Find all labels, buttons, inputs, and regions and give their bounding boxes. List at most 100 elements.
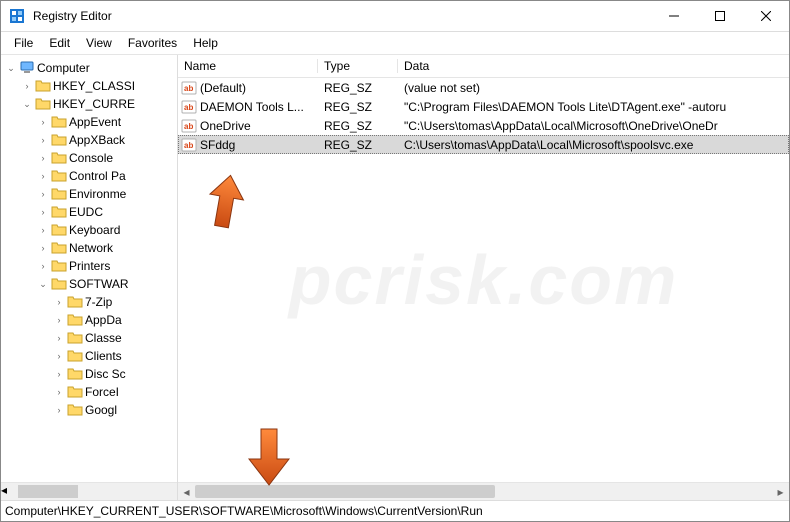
value-name: (Default) bbox=[200, 81, 246, 95]
folder-icon bbox=[67, 330, 83, 346]
tree-item[interactable]: ›Console bbox=[1, 149, 177, 167]
string-value-icon: ab bbox=[181, 118, 197, 134]
tree-view[interactable]: ⌄ Computer › HKEY_CLASSI ⌄ HKEY_CURRE ›A… bbox=[1, 55, 178, 500]
expand-icon[interactable]: › bbox=[51, 297, 67, 307]
tree-item[interactable]: ›Googl bbox=[1, 401, 177, 419]
statusbar: Computer\HKEY_CURRENT_USER\SOFTWARE\Micr… bbox=[1, 500, 789, 521]
expand-icon[interactable]: › bbox=[35, 207, 51, 217]
expand-icon[interactable]: ⌄ bbox=[19, 99, 35, 110]
tree-item[interactable]: ›Keyboard bbox=[1, 221, 177, 239]
menu-help[interactable]: Help bbox=[186, 34, 225, 52]
value-type: REG_SZ bbox=[318, 81, 398, 95]
expand-icon[interactable]: › bbox=[35, 189, 51, 199]
tree-item[interactable]: ›AppXBack bbox=[1, 131, 177, 149]
tree-hive[interactable]: ⌄ HKEY_CURRE bbox=[1, 95, 177, 113]
folder-icon bbox=[67, 348, 83, 364]
value-data: (value not set) bbox=[398, 81, 789, 95]
folder-icon bbox=[51, 114, 67, 130]
expand-icon[interactable]: › bbox=[51, 405, 67, 415]
expand-icon[interactable]: › bbox=[35, 225, 51, 235]
svg-text:ab: ab bbox=[184, 84, 193, 93]
string-value-icon: ab bbox=[181, 99, 197, 115]
titlebar: Registry Editor bbox=[1, 1, 789, 32]
value-data: "C:\Program Files\DAEMON Tools Lite\DTAg… bbox=[398, 100, 789, 114]
tree-item[interactable]: ›Printers bbox=[1, 257, 177, 275]
list-body[interactable]: pcrisk.com ab(Default)REG_SZ(value not s… bbox=[178, 78, 789, 482]
tree-item[interactable]: ›Control Pa bbox=[1, 167, 177, 185]
tree-item[interactable]: ›Clients bbox=[1, 347, 177, 365]
menu-favorites[interactable]: Favorites bbox=[121, 34, 184, 52]
body: ⌄ Computer › HKEY_CLASSI ⌄ HKEY_CURRE ›A… bbox=[1, 55, 789, 500]
menubar: File Edit View Favorites Help bbox=[1, 32, 789, 55]
tree-item[interactable]: ›EUDC bbox=[1, 203, 177, 221]
tree-item[interactable]: ›Disc Sc bbox=[1, 365, 177, 383]
folder-icon bbox=[35, 96, 51, 112]
tree-item[interactable]: ›Classe bbox=[1, 329, 177, 347]
menu-view[interactable]: View bbox=[79, 34, 119, 52]
maximize-button[interactable] bbox=[697, 1, 743, 31]
string-value-icon: ab bbox=[181, 137, 197, 153]
watermark: pcrisk.com bbox=[289, 240, 679, 320]
value-type: REG_SZ bbox=[318, 119, 398, 133]
expand-icon[interactable]: ⌄ bbox=[35, 279, 51, 290]
value-name: DAEMON Tools L... bbox=[200, 100, 304, 114]
folder-icon bbox=[51, 222, 67, 238]
svg-text:ab: ab bbox=[184, 122, 193, 131]
expand-icon[interactable]: › bbox=[35, 135, 51, 145]
minimize-button[interactable] bbox=[651, 1, 697, 31]
tree-item[interactable]: ›Network bbox=[1, 239, 177, 257]
expand-icon[interactable]: › bbox=[51, 333, 67, 343]
menu-file[interactable]: File bbox=[7, 34, 40, 52]
expand-icon[interactable]: ⌄ bbox=[3, 63, 19, 74]
expand-icon[interactable]: › bbox=[51, 351, 67, 361]
tree-root[interactable]: ⌄ Computer bbox=[1, 59, 177, 77]
column-type[interactable]: Type bbox=[318, 59, 398, 73]
folder-icon bbox=[35, 78, 51, 94]
folder-icon bbox=[51, 258, 67, 274]
folder-icon bbox=[51, 204, 67, 220]
window-title: Registry Editor bbox=[33, 9, 112, 23]
scroll-right-icon[interactable]: ▸ bbox=[772, 483, 789, 500]
close-button[interactable] bbox=[743, 1, 789, 31]
values-list: Name Type Data pcrisk.com ab (Default) REG… bbox=[178, 55, 789, 500]
tree-item[interactable]: ›AppDa bbox=[1, 311, 177, 329]
folder-icon bbox=[51, 276, 67, 292]
expand-icon[interactable]: › bbox=[35, 153, 51, 163]
value-type: REG_SZ bbox=[318, 100, 398, 114]
expand-icon[interactable]: › bbox=[51, 315, 67, 325]
expand-icon[interactable]: › bbox=[35, 171, 51, 181]
expand-icon[interactable]: › bbox=[51, 387, 67, 397]
folder-icon bbox=[51, 240, 67, 256]
horizontal-scrollbar[interactable]: ◂ ▸ bbox=[1, 482, 177, 500]
column-data[interactable]: Data bbox=[398, 59, 789, 73]
regedit-icon bbox=[9, 8, 25, 24]
menu-edit[interactable]: Edit bbox=[42, 34, 77, 52]
expand-icon[interactable]: › bbox=[35, 243, 51, 253]
folder-icon bbox=[67, 384, 83, 400]
horizontal-scrollbar[interactable]: ◂ ▸ bbox=[178, 482, 789, 500]
tree-item[interactable]: ›Environme bbox=[1, 185, 177, 203]
tree-item[interactable]: ›7-Zip bbox=[1, 293, 177, 311]
expand-icon[interactable]: › bbox=[35, 117, 51, 127]
tree-item[interactable]: ›AppEvent bbox=[1, 113, 177, 131]
svg-text:ab: ab bbox=[184, 141, 193, 150]
value-type: REG_SZ bbox=[318, 138, 398, 152]
list-row[interactable]: ab DAEMON Tools L... REG_SZ"C:\Program Fil… bbox=[178, 97, 789, 116]
svg-text:ab: ab bbox=[184, 103, 193, 112]
expand-icon[interactable]: › bbox=[51, 369, 67, 379]
value-data: C:\Users\tomas\AppData\Local\Microsoft\s… bbox=[398, 138, 789, 152]
scroll-left-icon[interactable]: ◂ bbox=[178, 483, 195, 500]
expand-icon[interactable]: › bbox=[35, 261, 51, 271]
list-header: Name Type Data bbox=[178, 55, 789, 78]
list-row[interactable]: abSFddgREG_SZC:\Users\tomas\AppData\Loca… bbox=[178, 135, 789, 154]
tree-item[interactable]: ›ForceI bbox=[1, 383, 177, 401]
list-row[interactable]: ab (Default) REG_SZ(value not set) bbox=[178, 78, 789, 97]
scroll-thumb[interactable] bbox=[195, 485, 495, 498]
expand-icon[interactable]: › bbox=[19, 81, 35, 91]
column-name[interactable]: Name bbox=[178, 59, 318, 73]
tree-hive[interactable]: › HKEY_CLASSI bbox=[1, 77, 177, 95]
list-row[interactable]: abOneDriveREG_SZ"C:\Users\tomas\AppData\… bbox=[178, 116, 789, 135]
folder-icon bbox=[67, 294, 83, 310]
scroll-thumb[interactable] bbox=[18, 485, 78, 498]
tree-software[interactable]: ⌄ SOFTWAR bbox=[1, 275, 177, 293]
